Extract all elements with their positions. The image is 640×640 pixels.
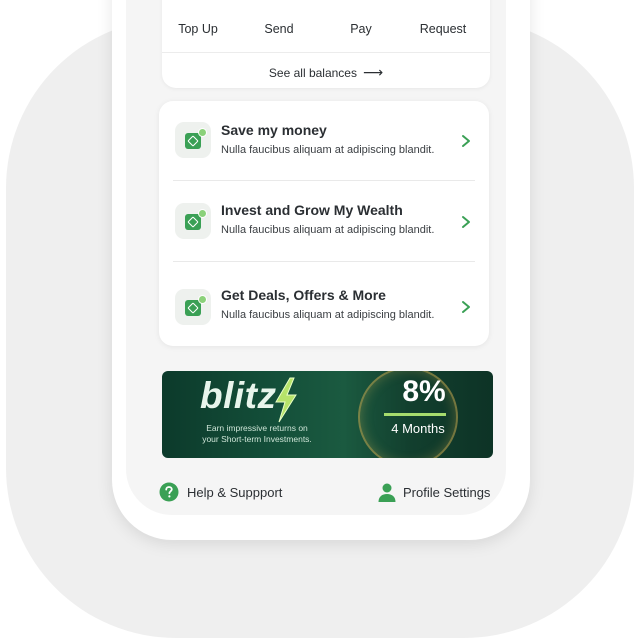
wallet-icon [175, 289, 211, 325]
user-icon [378, 483, 396, 502]
menu-card: Save my money Nulla faucibus aliquam at … [159, 101, 489, 346]
menu-item-title: Invest and Grow My Wealth [221, 202, 403, 218]
menu-item-deals[interactable]: Get Deals, Offers & More Nulla faucibus … [159, 262, 489, 342]
banner-tagline-line-1: Earn impressive returns on [206, 423, 308, 433]
pay-label: Pay [350, 22, 372, 36]
menu-item-title: Get Deals, Offers & More [221, 287, 386, 303]
see-all-label: See all balances [268, 66, 357, 80]
help-icon [159, 482, 179, 502]
menu-item-subtitle: Nulla faucibus aliquam at adipiscing bla… [221, 309, 435, 321]
menu-item-invest[interactable]: Invest and Grow My Wealth Nulla faucibus… [159, 181, 489, 261]
send-label: Send [264, 22, 294, 36]
chevron-right-icon [462, 301, 470, 313]
blitz-promo-banner[interactable]: blitz Earn impressive returns on your Sh… [162, 371, 493, 458]
menu-item-save-money[interactable]: Save my money Nulla faucibus aliquam at … [159, 101, 489, 181]
lightning-bolt-icon [275, 377, 297, 423]
wallet-icon [175, 122, 211, 158]
banner-tagline: Earn impressive returns on your Short-te… [182, 423, 332, 445]
card-divider [162, 52, 490, 53]
chevron-right-icon [462, 135, 470, 147]
blitz-logo-text: blitz [200, 375, 277, 416]
interest-rate: 8% [402, 375, 446, 408]
chevron-right-icon [462, 216, 470, 228]
top-up-label: Top Up [178, 22, 218, 36]
see-all-balances-link[interactable]: See all balances ⟶ [162, 64, 490, 81]
help-support-label: Help & Suppport [187, 485, 283, 500]
arrow-right-icon: ⟶ [362, 64, 384, 80]
menu-item-subtitle: Nulla faucibus aliquam at adipiscing bla… [221, 144, 435, 156]
request-label: Request [419, 22, 467, 36]
wallet-icon [175, 203, 211, 239]
profile-settings-label: Profile Settings [403, 485, 491, 500]
balance-card: Top Up Send Pay Request See all balances… [162, 0, 490, 88]
menu-item-subtitle: Nulla faucibus aliquam at adipiscing bla… [221, 224, 435, 236]
rate-underline [384, 413, 446, 416]
term-length: 4 Months [391, 421, 445, 436]
banner-tagline-line-2: your Short-term Investments. [202, 434, 312, 444]
menu-item-title: Save my money [221, 122, 327, 138]
